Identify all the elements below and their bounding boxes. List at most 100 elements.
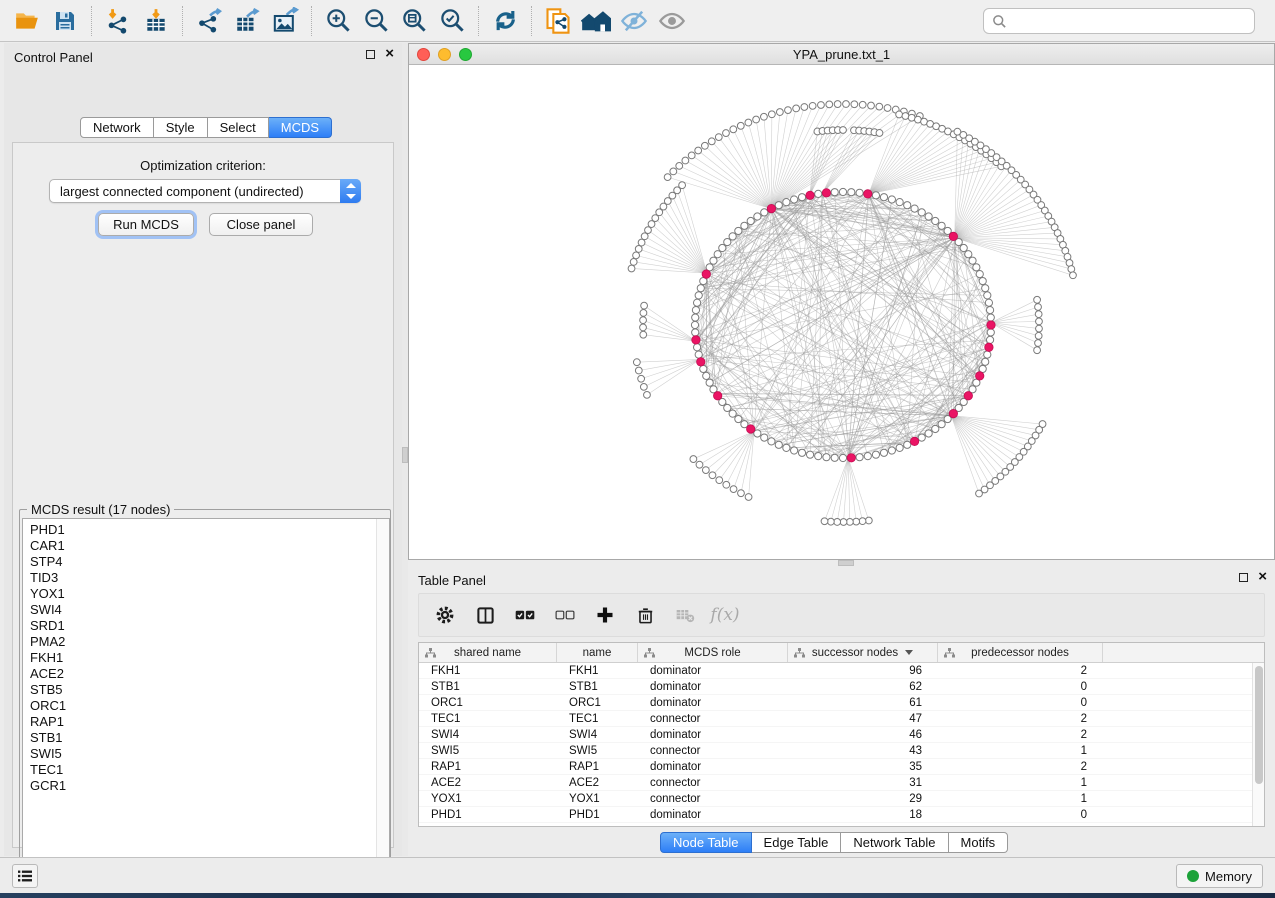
cell-name: YOX1 (557, 791, 638, 806)
search-input[interactable] (1013, 14, 1246, 29)
network-canvas[interactable] (409, 65, 1274, 559)
table-row[interactable]: SWI5SWI5connector431 (419, 743, 1264, 759)
mcds-result-item[interactable]: TID3 (30, 570, 389, 586)
close-panel-button[interactable]: Close panel (209, 213, 313, 236)
export-network-button[interactable] (190, 4, 228, 38)
column-header-MCDS-role[interactable]: MCDS role (638, 643, 788, 662)
cell-shared-name: RAP1 (419, 759, 557, 774)
table-panel: Table Panel × (408, 566, 1275, 856)
table-row[interactable]: PHD1PHD1dominator180 (419, 807, 1264, 823)
run-mcds-button[interactable]: Run MCDS (98, 213, 194, 236)
desktop-background (0, 893, 1275, 898)
export-image-button[interactable] (266, 4, 304, 38)
node-table[interactable]: shared namenameMCDS rolesuccessor nodesp… (418, 642, 1265, 827)
trash-icon (636, 606, 655, 625)
mcds-result-item[interactable]: STB1 (30, 730, 389, 746)
table-row[interactable]: ORC1ORC1dominator610 (419, 695, 1264, 711)
mcds-result-item[interactable]: YOX1 (30, 586, 389, 602)
tab-edge-table[interactable]: Edge Table (752, 832, 842, 853)
checked-boxes-icon (514, 604, 536, 626)
mcds-result-item[interactable]: STB5 (30, 682, 389, 698)
mcds-result-item[interactable]: ORC1 (30, 698, 389, 714)
hide-selected-button[interactable] (615, 4, 653, 38)
tab-motifs[interactable]: Motifs (949, 832, 1009, 853)
column-header-name[interactable]: name (557, 643, 638, 662)
mcds-result-item[interactable]: FKH1 (30, 650, 389, 666)
add-column-button[interactable] (593, 603, 617, 627)
table-settings-button[interactable] (433, 603, 457, 627)
table-row[interactable]: FKH1FKH1dominator962 (419, 663, 1264, 679)
tab-network[interactable]: Network (80, 117, 154, 138)
zoom-selected-button[interactable] (433, 4, 471, 38)
table-row[interactable]: SWI4SWI4dominator462 (419, 727, 1264, 743)
mcds-result-item[interactable]: GCR1 (30, 778, 389, 794)
status-menu-button[interactable] (12, 864, 38, 888)
zoom-in-button[interactable] (319, 4, 357, 38)
mcds-result-item[interactable]: SRD1 (30, 618, 389, 634)
mcds-node (976, 372, 984, 380)
table-row[interactable]: YOX1YOX1connector291 (419, 791, 1264, 807)
cell-MCDS-role: dominator (638, 727, 788, 742)
column-header-predecessor-nodes[interactable]: predecessor nodes (938, 643, 1103, 662)
table-row[interactable]: STB1STB1dominator620 (419, 679, 1264, 695)
show-all-networks-button[interactable] (577, 4, 615, 38)
cell-predecessor-nodes: 2 (938, 663, 1103, 678)
save-session-button[interactable] (46, 4, 84, 38)
mcds-result-item[interactable]: RAP1 (30, 714, 389, 730)
new-network-from-selection-button[interactable] (539, 4, 577, 38)
cell-MCDS-role: dominator (638, 695, 788, 710)
list-scrollbar[interactable] (376, 519, 389, 879)
column-header-shared-name[interactable]: shared name (419, 643, 557, 662)
mcds-result-item[interactable]: PMA2 (30, 634, 389, 650)
network-window-titlebar[interactable]: YPA_prune.txt_1 (409, 44, 1274, 65)
deselect-all-button[interactable] (553, 603, 577, 627)
cell-name: SWI4 (557, 727, 638, 742)
table-row[interactable]: ACE2ACE2connector311 (419, 775, 1264, 791)
tab-network-table[interactable]: Network Table (841, 832, 948, 853)
tab-mcds[interactable]: MCDS (269, 117, 332, 138)
mcds-result-item[interactable]: PHD1 (30, 522, 389, 538)
tab-select[interactable]: Select (208, 117, 269, 138)
mcds-result-item[interactable]: ACE2 (30, 666, 389, 682)
close-panel-button[interactable]: × (385, 49, 394, 59)
close-panel-button[interactable]: × (1258, 572, 1267, 582)
delete-table-icon (675, 605, 695, 625)
delete-column-button[interactable] (633, 603, 657, 627)
criterion-select[interactable]: largest connected component (undirected) (49, 179, 361, 203)
select-all-button[interactable] (513, 603, 537, 627)
column-type-icon (425, 648, 436, 658)
mcds-result-item[interactable]: SWI5 (30, 746, 389, 762)
table-scrollbar (1252, 663, 1264, 826)
search-box[interactable] (983, 8, 1255, 34)
cell-MCDS-role: connector (638, 791, 788, 806)
export-table-button[interactable] (228, 4, 266, 38)
show-columns-button[interactable] (473, 603, 497, 627)
mcds-result-list[interactable]: PHD1CAR1STP4TID3YOX1SWI4SRD1PMA2FKH1ACE2… (22, 518, 390, 880)
zoom-fit-button[interactable] (395, 4, 433, 38)
zoom-out-button[interactable] (357, 4, 395, 38)
memory-button[interactable]: Memory (1176, 864, 1263, 888)
toolbar-separator (91, 6, 92, 36)
cell-successor-nodes: 35 (788, 759, 938, 774)
mcds-result-item[interactable]: STP4 (30, 554, 389, 570)
open-file-button[interactable] (8, 4, 46, 38)
show-hidden-button[interactable] (653, 4, 691, 38)
table-row[interactable]: RAP1RAP1dominator352 (419, 759, 1264, 775)
import-table-button[interactable] (137, 4, 175, 38)
export-table-icon (234, 8, 260, 34)
column-type-icon (644, 648, 655, 658)
float-panel-button[interactable] (366, 50, 375, 59)
cell-shared-name: FKH1 (419, 663, 557, 678)
table-row[interactable]: TEC1TEC1connector472 (419, 711, 1264, 727)
import-network-button[interactable] (99, 4, 137, 38)
tab-style[interactable]: Style (154, 117, 208, 138)
mcds-result-item[interactable]: SWI4 (30, 602, 389, 618)
column-header-successor-nodes[interactable]: successor nodes (788, 643, 938, 662)
apply-layout-button[interactable] (486, 4, 524, 38)
mcds-result-item[interactable]: TEC1 (30, 762, 389, 778)
scrollbar-thumb[interactable] (1255, 666, 1263, 784)
float-panel-button[interactable] (1239, 573, 1248, 582)
tab-node-table[interactable]: Node Table (660, 832, 752, 853)
mcds-result-item[interactable]: CAR1 (30, 538, 389, 554)
mcds-node (822, 189, 830, 197)
